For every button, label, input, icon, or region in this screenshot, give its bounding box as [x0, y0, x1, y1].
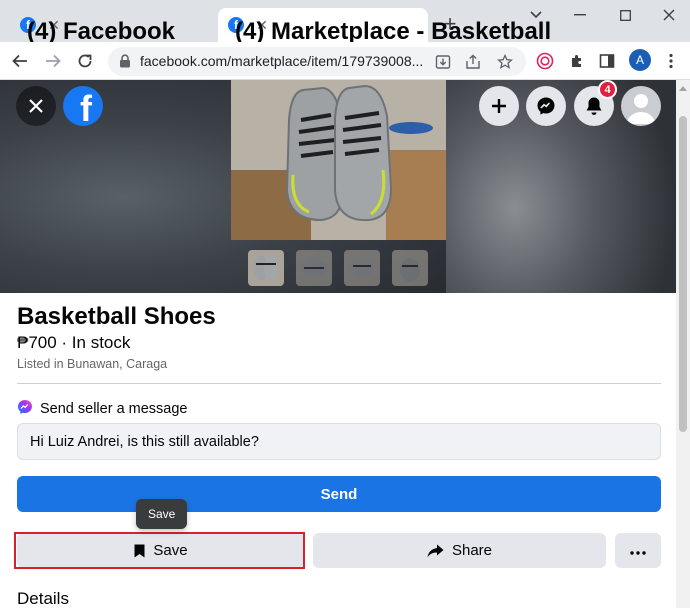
new-tab-button[interactable]: + — [438, 12, 462, 36]
address-url[interactable]: facebook.com/marketplace/item/179739008.… — [140, 53, 432, 69]
message-heading: Send seller a message — [17, 399, 188, 419]
address-bar[interactable]: facebook.com/marketplace/item/179739008.… — [108, 47, 526, 76]
main-product-photo[interactable] — [231, 80, 446, 240]
thumbnail[interactable] — [296, 250, 332, 286]
share-page-icon[interactable] — [463, 52, 483, 72]
details-heading: Details — [17, 589, 69, 608]
lock-icon[interactable] — [119, 54, 131, 73]
tab-marketplace[interactable]: f (4) Marketplace - Basketball ✕ — [218, 8, 551, 45]
chevron-down-icon[interactable] — [519, 4, 553, 26]
save-button[interactable]: Save — [17, 533, 305, 568]
listing-price: ₱700 · In stock — [17, 333, 131, 352]
listing-location[interactable]: Listed in Bunawan, Caraga — [17, 357, 167, 371]
forward-arrow-icon[interactable] — [41, 49, 65, 73]
close-icon[interactable] — [16, 86, 56, 126]
send-button[interactable]: Send — [17, 476, 661, 512]
maximize-icon[interactable] — [608, 4, 642, 26]
divider — [17, 383, 661, 384]
bookmark-star-icon[interactable] — [495, 52, 515, 72]
message-input[interactable] — [17, 423, 661, 460]
messenger-icon — [17, 399, 33, 419]
window-close-icon[interactable] — [652, 4, 686, 26]
puzzle-extension-icon[interactable] — [566, 50, 588, 72]
kebab-menu-icon[interactable] — [660, 50, 682, 72]
extension-target-icon[interactable] — [534, 50, 556, 72]
listing-title: Basketball Shoes — [17, 303, 216, 330]
page-scrollbar[interactable] — [676, 80, 690, 608]
save-button-label: Save — [153, 542, 188, 559]
install-app-icon[interactable] — [433, 52, 453, 72]
plus-icon[interactable] — [479, 86, 519, 126]
browser-profile-avatar[interactable]: A — [629, 49, 651, 71]
browser-toolbar: facebook.com/marketplace/item/179739008.… — [0, 42, 690, 80]
more-options-button[interactable] — [615, 533, 661, 568]
photo-viewer: f 4 — [0, 80, 676, 293]
share-button[interactable]: Share — [313, 533, 606, 568]
share-arrow-icon — [427, 544, 444, 558]
thumbnail[interactable] — [344, 250, 380, 286]
scrollbar-thumb[interactable] — [679, 116, 687, 432]
avatar[interactable] — [621, 86, 661, 126]
facebook-logo-icon[interactable]: f — [63, 86, 103, 126]
thumbnail-strip — [248, 250, 428, 286]
save-tooltip: Save — [136, 499, 188, 529]
reload-icon[interactable] — [73, 49, 97, 73]
bookmark-icon — [134, 544, 145, 558]
thumbnail[interactable] — [248, 250, 284, 286]
message-heading-text: Send seller a message — [40, 401, 188, 417]
messenger-icon[interactable] — [526, 86, 566, 126]
more-dots-icon — [630, 542, 646, 560]
scroll-up-arrow-icon[interactable] — [676, 82, 690, 94]
listing-panel: Basketball Shoes ₱700 · In stock Listed … — [0, 293, 676, 608]
side-panel-icon[interactable] — [596, 50, 618, 72]
back-arrow-icon[interactable] — [8, 49, 32, 73]
browser-tab-strip: f (4) Facebook ✕ f (4) Marketplace - Bas… — [0, 0, 690, 45]
tab-facebook[interactable]: f (4) Facebook ✕ — [10, 8, 218, 45]
thumbnail[interactable] — [392, 250, 428, 286]
minimize-icon[interactable] — [563, 4, 597, 26]
share-button-label: Share — [451, 542, 493, 559]
notification-badge: 4 — [598, 80, 617, 99]
